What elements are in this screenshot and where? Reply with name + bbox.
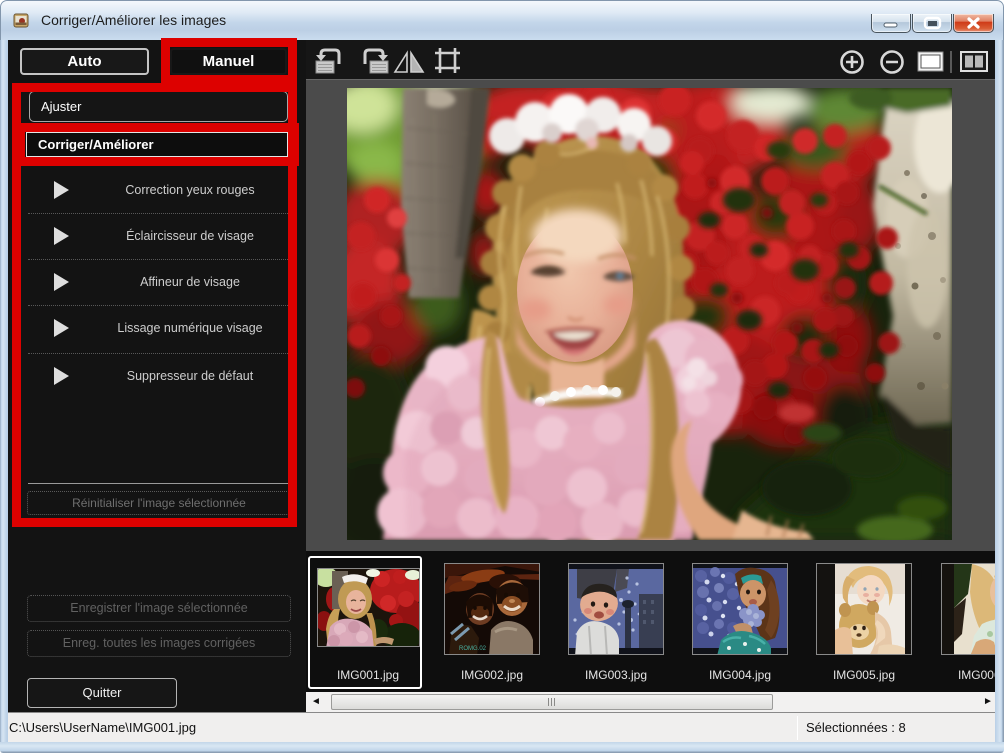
svg-text:ROMG.02: ROMG.02 (459, 646, 487, 652)
